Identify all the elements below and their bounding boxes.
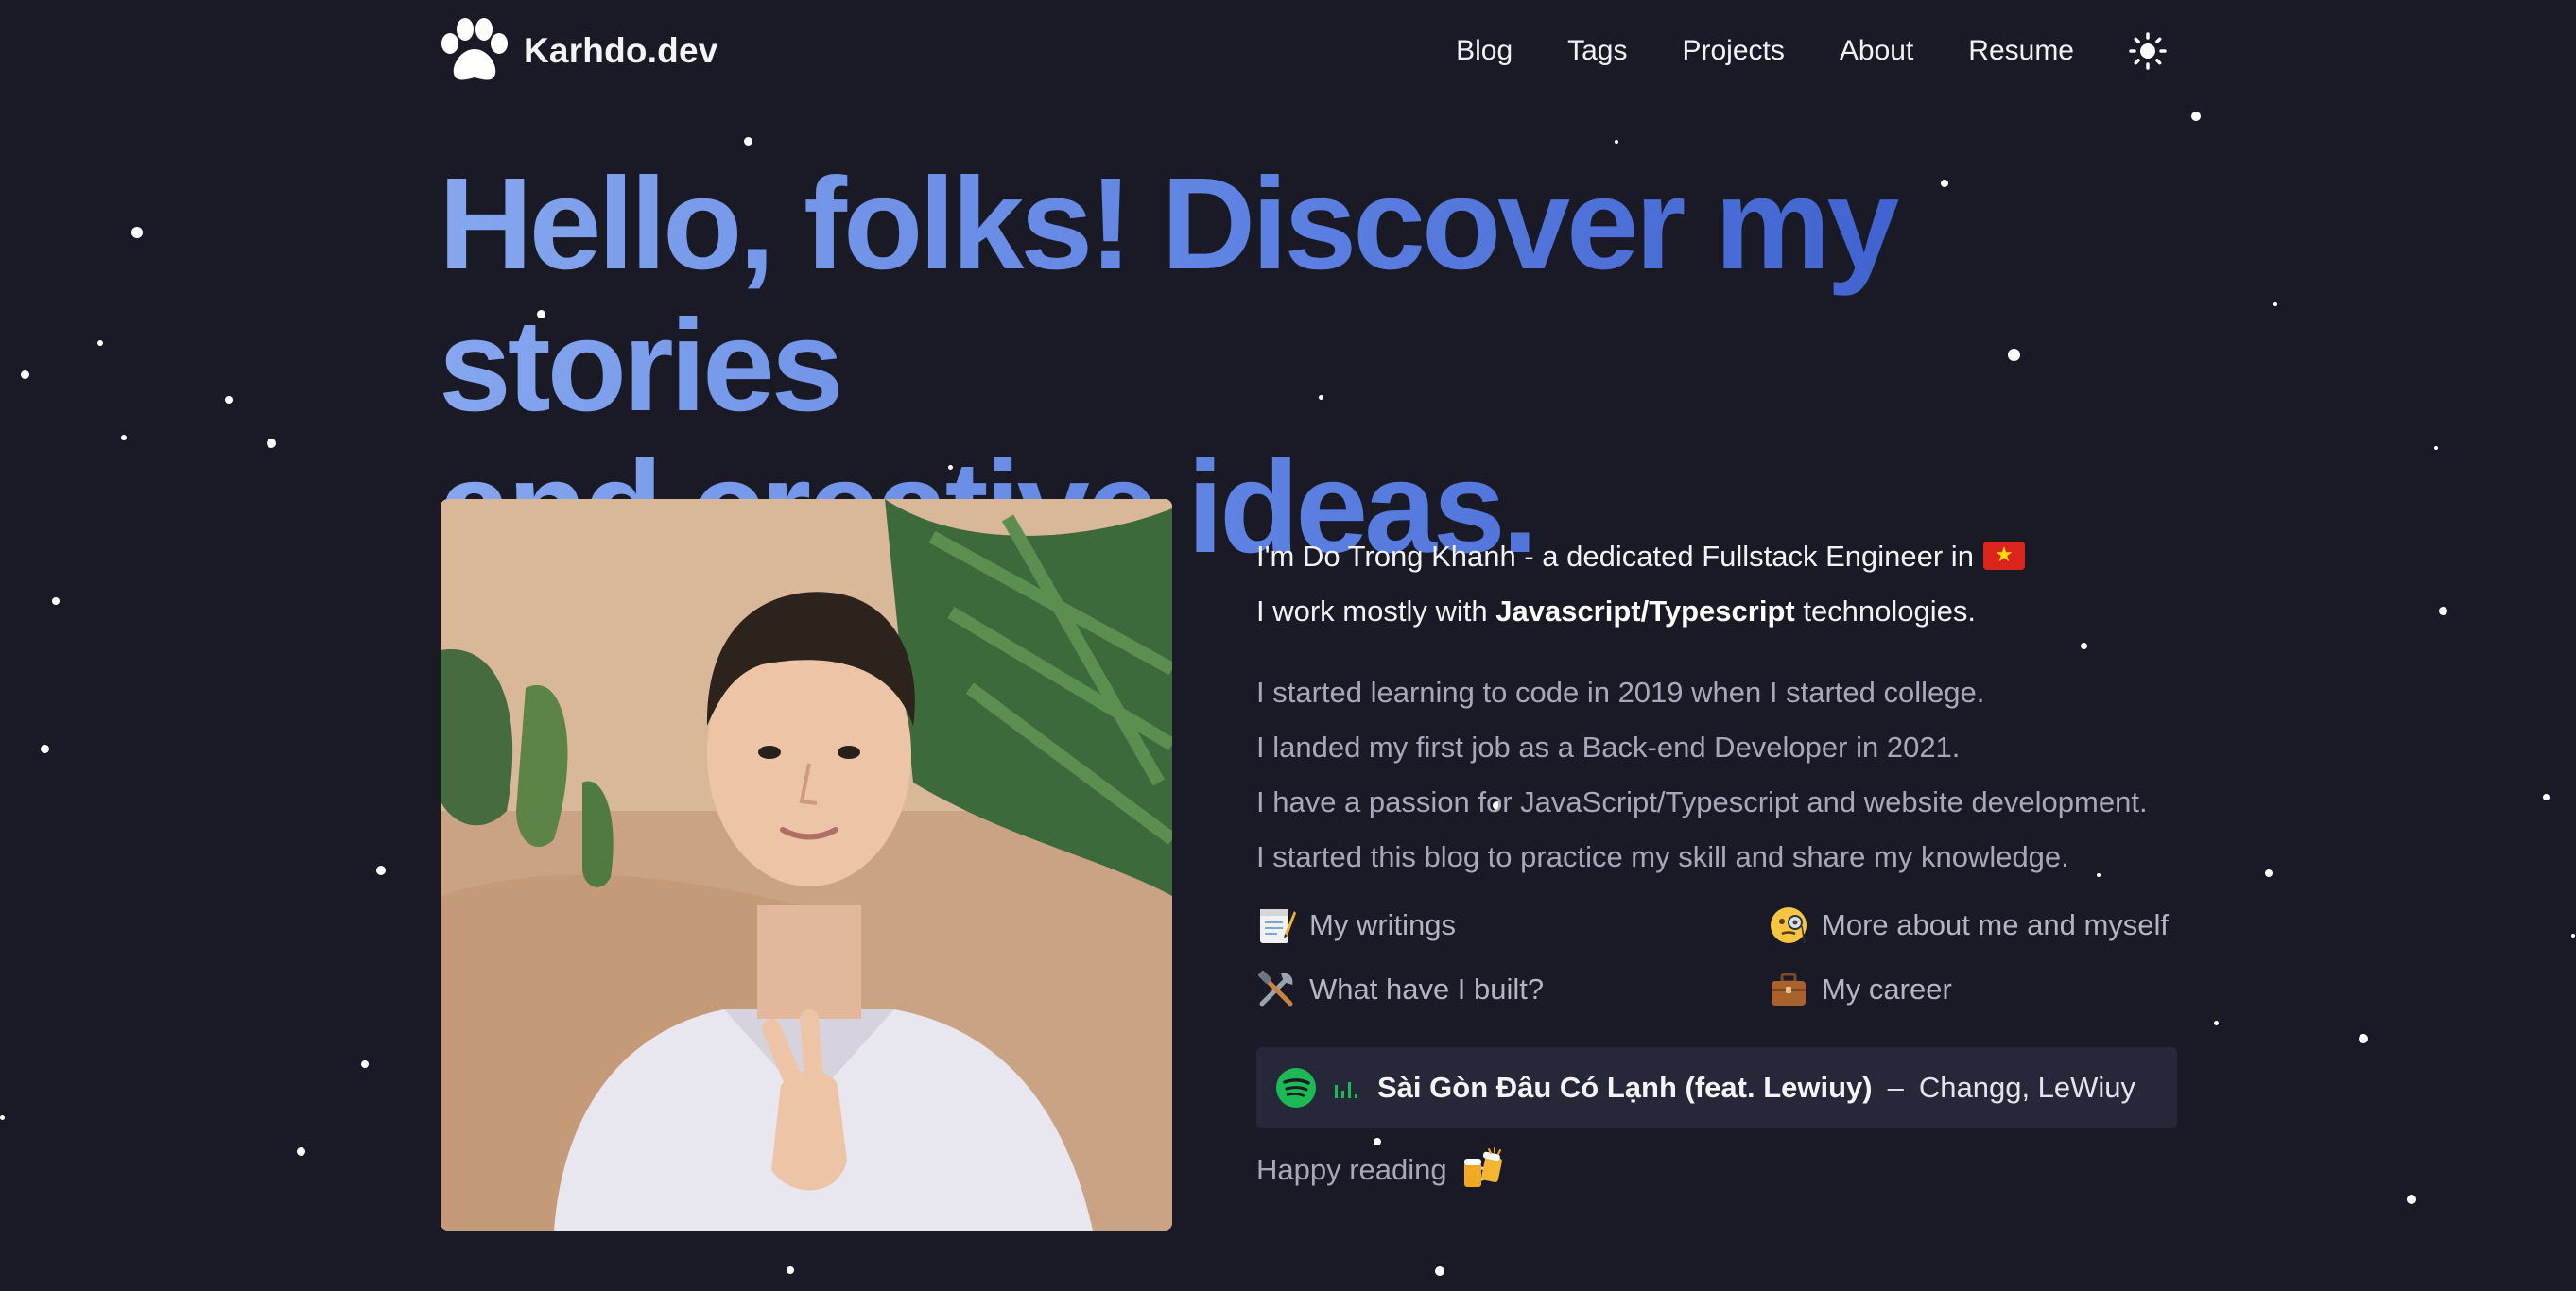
tools-icon — [1258, 971, 1293, 1007]
happy-reading: Happy reading — [1256, 1147, 1506, 1193]
nav-projects[interactable]: Projects — [1683, 35, 1785, 67]
nav-tags[interactable]: Tags — [1567, 35, 1627, 67]
now-playing-separator: – — [1887, 1071, 1904, 1104]
intro-line-1-text: I'm Do Trong Khanh - a dedicated Fullsta… — [1256, 540, 1974, 573]
briefcase-icon — [1772, 973, 1806, 1006]
now-playing-song: Sài Gòn Đâu Có Lạnh (feat. Lewiuy) — [1377, 1071, 1873, 1104]
monocle-face-icon — [1771, 907, 1807, 944]
link-projects-built[interactable]: What have I built? — [1256, 970, 1544, 1009]
link-label: What have I built? — [1309, 973, 1545, 1006]
quick-links: My writings More about me and myself Wha… — [1256, 905, 2211, 1028]
paw-icon — [441, 18, 508, 80]
bio-paragraph: I started this blog to practice my skill… — [1256, 840, 2069, 873]
profile-photo — [441, 499, 1172, 1231]
link-label: My writings — [1309, 908, 1457, 941]
nav-blog[interactable]: Blog — [1456, 35, 1513, 67]
intro-tech-highlight: Javascript/Typescript — [1495, 594, 1795, 628]
theme-toggle-button[interactable] — [2127, 30, 2169, 72]
link-my-writings[interactable]: My writings — [1256, 905, 1456, 945]
intro-line-2-suffix: technologies. — [1803, 594, 1977, 628]
intro-line-1: I'm Do Trong Khanh - a dedicated Fullsta… — [1256, 529, 2211, 584]
logo-link[interactable]: Karhdo.dev — [439, 17, 718, 85]
intro-line-2: I work mostly with Javascript/Typescript… — [1256, 584, 2211, 639]
link-label: More about me and myself — [1822, 908, 2170, 941]
intro-section: I'm Do Trong Khanh - a dedicated Fullsta… — [1256, 529, 2211, 885]
hero-heading-line-1: Hello, folks! Discover my stories — [439, 151, 1896, 439]
nav-about[interactable]: About — [1840, 35, 1913, 67]
equalizer-icon — [1335, 1082, 1357, 1098]
link-about-me[interactable]: More about me and myself — [1769, 905, 2169, 945]
spotify-icon — [1276, 1068, 1316, 1108]
link-label: My career — [1822, 973, 1952, 1006]
now-playing-artist: Changg, LeWiuy — [1918, 1071, 2136, 1104]
bio-paragraph: I started learning to code in 2019 when … — [1256, 676, 1985, 709]
happy-reading-text: Happy reading — [1256, 1153, 1447, 1186]
bio-paragraph: I landed my first job as a Back-end Deve… — [1256, 731, 1961, 764]
main-nav: Blog Tags Projects About Resume — [1401, 30, 2169, 72]
site-header: Karhdo.dev Blog Tags Projects About Resu… — [439, 17, 2169, 91]
nav-resume[interactable]: Resume — [1968, 35, 2074, 67]
sun-icon — [2129, 32, 2167, 70]
vietnam-flag-icon: ★ — [1982, 542, 2025, 570]
beer-mugs-icon — [1463, 1147, 1502, 1187]
page: Karhdo.dev Blog Tags Projects About Resu… — [0, 0, 2576, 1291]
now-playing-card[interactable]: Sài Gòn Đâu Có Lạnh (feat. Lewiuy) – Cha… — [1256, 1047, 2177, 1128]
site-title: Karhdo.dev — [524, 31, 718, 70]
intro-line-2-prefix: I work mostly with — [1256, 594, 1488, 628]
link-my-career[interactable]: My career — [1769, 970, 1952, 1009]
bio-paragraph: I have a passion for JavaScript/Typescri… — [1256, 785, 2148, 818]
memo-icon — [1260, 909, 1296, 943]
